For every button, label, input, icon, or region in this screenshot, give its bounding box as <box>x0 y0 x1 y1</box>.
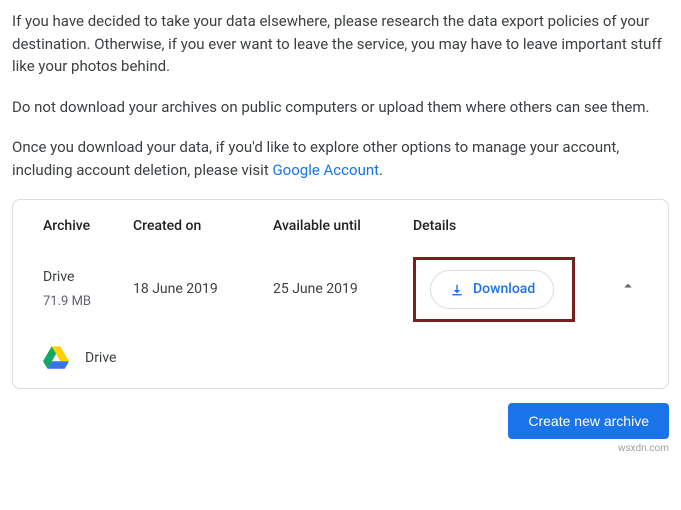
google-account-link[interactable]: Google Account <box>272 161 379 179</box>
header-details: Details <box>413 216 608 237</box>
watermark: wsxdn.com <box>12 441 669 456</box>
created-date: 18 June 2019 <box>133 279 273 300</box>
create-new-archive-button[interactable]: Create new archive <box>508 403 669 439</box>
archive-name: Drive <box>43 267 133 288</box>
intro-p3-suffix: . <box>379 161 383 179</box>
google-drive-icon <box>43 346 69 370</box>
download-button[interactable]: Download <box>430 270 554 309</box>
download-label: Download <box>473 279 535 300</box>
product-name: Drive <box>85 348 116 369</box>
intro-paragraph-1: If you have decided to take your data el… <box>12 10 669 78</box>
archive-size: 71.9 MB <box>43 292 133 312</box>
intro-paragraph-2: Do not download your archives on public … <box>12 96 669 119</box>
header-archive: Archive <box>43 216 133 237</box>
table-row: Drive 71.9 MB 18 June 2019 25 June 2019 … <box>13 247 668 332</box>
header-created: Created on <box>133 216 273 237</box>
download-icon <box>449 282 465 298</box>
archive-table-header: Archive Created on Available until Detai… <box>13 200 668 247</box>
footer-actions: Create new archive <box>12 403 669 439</box>
chevron-up-icon[interactable] <box>619 276 637 303</box>
available-date: 25 June 2019 <box>273 279 413 300</box>
product-row: Drive <box>13 332 668 378</box>
header-available: Available until <box>273 216 413 237</box>
archive-card: Archive Created on Available until Detai… <box>12 199 669 389</box>
download-highlight-box: Download <box>413 257 575 322</box>
intro-paragraph-3: Once you download your data, if you'd li… <box>12 136 669 181</box>
